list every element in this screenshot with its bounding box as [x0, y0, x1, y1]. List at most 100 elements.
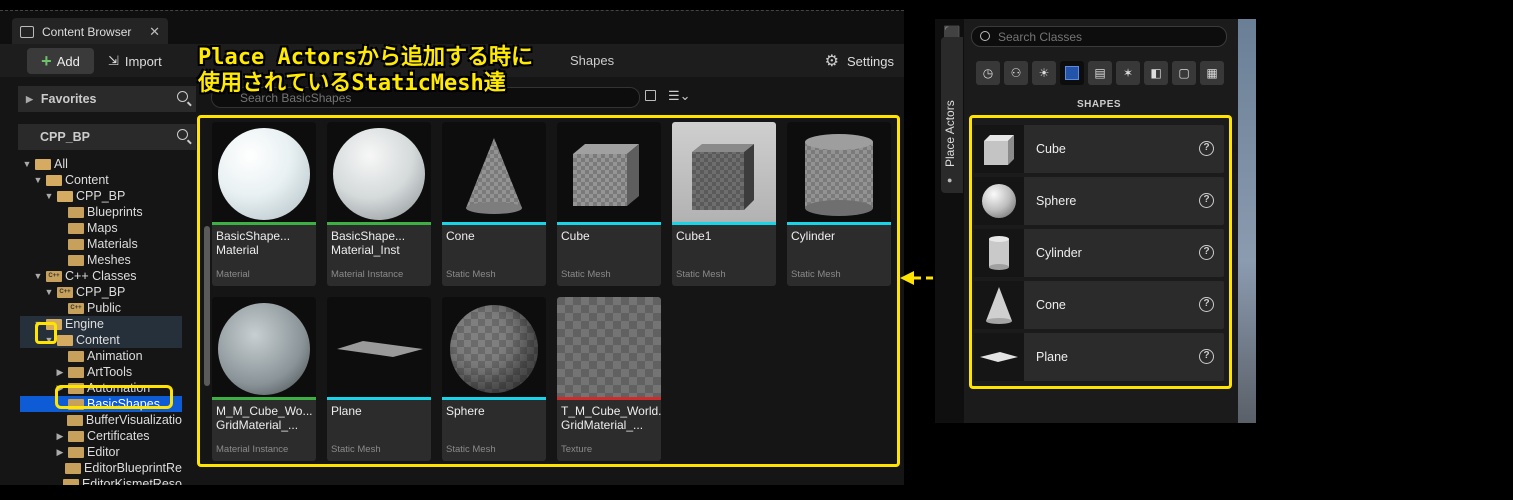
tab-content-browser[interactable]: Content Browser ✕	[12, 18, 168, 45]
plane-icon	[974, 333, 1024, 381]
shape-item-label: Cylinder	[1036, 246, 1082, 260]
search-icon[interactable]	[177, 129, 188, 140]
tree-item-label: ArtTools	[87, 365, 133, 379]
tree-item[interactable]: ▼ C++ C++ Classes	[20, 268, 182, 284]
asset-type: Material	[216, 269, 250, 280]
visual-effects-icon[interactable]: ✶	[1116, 61, 1140, 85]
tab-title: Content Browser	[42, 24, 132, 39]
search-icon[interactable]	[177, 91, 188, 102]
cinematic-icon[interactable]: ▤	[1088, 61, 1112, 85]
import-button[interactable]: ⇲ Import	[108, 50, 162, 72]
help-icon[interactable]: ?	[1199, 297, 1214, 312]
tab-place-actors[interactable]: Place Actors ●	[941, 37, 963, 193]
asset-name: T_M_Cube_World... GridMaterial_...	[561, 404, 661, 432]
all-classes-icon[interactable]: ▢	[1172, 61, 1196, 85]
help-icon[interactable]: ?	[1199, 141, 1214, 156]
tree-item-label: All	[54, 157, 68, 171]
shape-item-sphere[interactable]: Sphere?	[974, 177, 1224, 225]
tree-item[interactable]: Animation	[20, 348, 182, 364]
chevron-down-icon[interactable]: ▼	[44, 335, 54, 345]
sources-panel: ▶ Favorites CPP_BP ▼ All ▼ Content ▼ CPP_BP Bl…	[18, 86, 210, 485]
tree-item[interactable]: Blueprints	[20, 204, 182, 220]
tree-item[interactable]: ▼ Content	[20, 332, 182, 348]
asset-tile[interactable]: Cube Static Mesh	[557, 122, 661, 286]
chevron-down-icon[interactable]: ▼	[22, 159, 32, 169]
tree-item[interactable]: ▶ Certificates	[20, 428, 182, 444]
asset-tile[interactable]: Cylinder Static Mesh	[787, 122, 891, 286]
folder-tree: ▼ All ▼ Content ▼ CPP_BP Blueprints Maps Materia…	[20, 156, 182, 485]
shape-item-plane[interactable]: Plane?	[974, 333, 1224, 381]
tree-item[interactable]: BufferVisualizatio	[20, 412, 182, 428]
help-icon[interactable]: ?	[1199, 245, 1214, 260]
asset-name: Cylinder	[791, 229, 836, 243]
geometry-icon[interactable]: ▦	[1200, 61, 1224, 85]
close-icon[interactable]: ✕	[149, 24, 160, 40]
asset-tile[interactable]: M_M_Cube_Wo... GridMaterial_... Material …	[212, 297, 316, 461]
recent-icon[interactable]: ◷	[976, 61, 1000, 85]
settings-button[interactable]: ⚙ Settings	[825, 50, 894, 72]
asset-name: M_M_Cube_Wo... GridMaterial_...	[216, 404, 313, 432]
asset-tile[interactable]: BasicShape... Material_Inst Material Inst…	[327, 122, 431, 286]
chevron-down-icon[interactable]: ▼	[33, 175, 43, 185]
tree-item[interactable]: ▼ CPP_BP	[20, 188, 182, 204]
help-icon[interactable]: ?	[1199, 193, 1214, 208]
basic-icon[interactable]: ⚇	[1004, 61, 1028, 85]
tree-item-label: Blueprints	[87, 205, 143, 219]
folder-icon	[46, 174, 62, 186]
tree-item[interactable]: ▼ All	[20, 156, 182, 172]
project-header[interactable]: CPP_BP	[18, 124, 196, 150]
chevron-down-icon[interactable]: ▼	[44, 191, 54, 201]
tree-item[interactable]: ▶ Automation	[20, 380, 182, 396]
tree-item[interactable]: Materials	[20, 236, 182, 252]
volumes-icon[interactable]: ◧	[1144, 61, 1168, 85]
asset-tile[interactable]: Plane Static Mesh	[327, 297, 431, 461]
shape-item-cube[interactable]: Cube?	[974, 125, 1224, 173]
favorites-header[interactable]: ▶ Favorites	[18, 86, 196, 112]
class-search-field[interactable]	[998, 30, 1218, 44]
asset-tile[interactable]: Cube1 Static Mesh	[672, 122, 776, 286]
tree-item[interactable]: ▶ Editor	[20, 444, 182, 460]
tree-item-label: EditorKismetReso	[81, 477, 182, 485]
cube-icon	[974, 125, 1024, 173]
chevron-down-icon[interactable]: ▼	[33, 319, 43, 329]
tree-item[interactable]: BasicShapes	[20, 396, 182, 412]
lights-icon[interactable]: ☀	[1032, 61, 1056, 85]
asset-tile[interactable]: T_M_Cube_World... GridMaterial_... Textur…	[557, 297, 661, 461]
shapes-icon[interactable]	[1060, 61, 1084, 85]
project-label: CPP_BP	[40, 130, 91, 144]
asset-tile[interactable]: Sphere Static Mesh	[442, 297, 546, 461]
breadcrumb-current[interactable]: Shapes	[570, 53, 614, 68]
filter-icon[interactable]: ☰⌄	[668, 88, 691, 104]
help-icon[interactable]: ?	[1199, 349, 1214, 364]
class-search-input[interactable]	[971, 26, 1227, 47]
tab-place-actors-label: Place Actors	[943, 100, 957, 167]
add-button[interactable]: + Add	[27, 48, 94, 74]
shape-item-cone[interactable]: Cone?	[974, 281, 1224, 329]
save-search-icon[interactable]	[645, 90, 656, 101]
tree-item[interactable]: Meshes	[20, 252, 182, 268]
chevron-down-icon[interactable]: ▼	[33, 271, 43, 281]
chevron-right-icon[interactable]: ▶	[55, 431, 65, 442]
tree-item[interactable]: ▼ Content	[20, 172, 182, 188]
folder-icon	[46, 318, 62, 330]
tree-item[interactable]: C++ Public	[20, 300, 182, 316]
folder-icon	[68, 254, 84, 266]
chevron-right-icon[interactable]: ▶	[55, 367, 65, 378]
tree-item-label: Certificates	[87, 429, 150, 443]
pin-icon[interactable]: ●	[947, 175, 952, 185]
chevron-right-icon[interactable]: ▶	[55, 447, 65, 458]
asset-tile[interactable]: BasicShape... Material Material	[212, 122, 316, 286]
chevron-right-icon[interactable]: ▶	[55, 383, 65, 394]
folder-icon	[68, 222, 84, 234]
tree-scrollbar[interactable]	[204, 226, 210, 386]
tree-item[interactable]: EditorKismetReso	[20, 476, 182, 485]
tree-item[interactable]: EditorBlueprintRe	[20, 460, 182, 476]
tree-item[interactable]: Maps	[20, 220, 182, 236]
tree-item[interactable]: ▶ ArtTools	[20, 364, 182, 380]
tree-item[interactable]: ▼ C++ CPP_BP	[20, 284, 182, 300]
tree-item-label: Content	[76, 333, 120, 347]
shape-item-cylinder[interactable]: Cylinder?	[974, 229, 1224, 277]
asset-tile[interactable]: Cone Static Mesh	[442, 122, 546, 286]
tree-item[interactable]: ▼ Engine	[20, 316, 182, 332]
chevron-down-icon[interactable]: ▼	[44, 287, 54, 297]
